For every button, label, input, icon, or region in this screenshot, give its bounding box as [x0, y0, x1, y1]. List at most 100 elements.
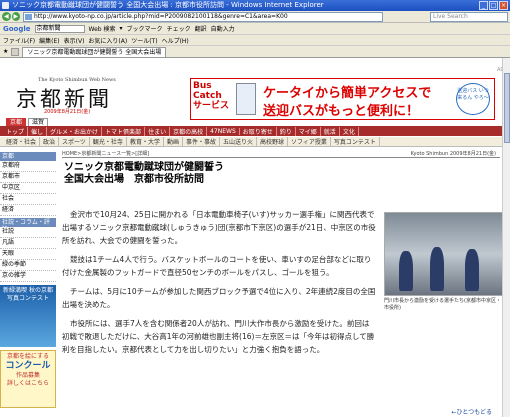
nav2-incidents[interactable]: 事件・事故	[183, 137, 220, 146]
sidebar-item[interactable]: 京都市	[0, 172, 56, 183]
secondary-nav: 経済・社会 政治 スポーツ 観光・社寺 教育・大学 動画 事件・事故 五山送り火…	[0, 137, 502, 147]
menu-bar: ファイル(F) 編集(E) 表示(V) お気に入り(A) ツール(T) ヘルプ(…	[0, 35, 510, 46]
google-autofill-button[interactable]: 自動入力	[211, 24, 235, 33]
address-bar-row: ◀ ▶ http://www.kyoto-np.co.jp/article.ph…	[0, 11, 510, 23]
nav2-education[interactable]: 教育・大学	[127, 137, 164, 146]
article-photo[interactable]	[384, 212, 504, 296]
nav-housing[interactable]: 住まい	[145, 126, 171, 136]
menu-help[interactable]: ヘルプ(H)	[162, 36, 189, 45]
nav-47news[interactable]: 47NEWS	[207, 127, 240, 135]
sidebar-item[interactable]: 京の雑学	[0, 271, 56, 282]
ad-bubble: 送迎バス いつ来るん やろ〜	[456, 83, 490, 115]
photo-person	[465, 249, 479, 291]
google-bookmarks-button[interactable]: ブックマーク	[127, 24, 163, 33]
maximize-button[interactable]: □	[489, 1, 498, 10]
primary-nav: トップ 催し グルメ・お出かけ トマト倶楽部 住まい 京都の高校 47NEWS …	[0, 126, 502, 136]
masthead-date: 2009年8月21日(金)	[44, 109, 91, 115]
google-search-input[interactable]: 京都新聞	[34, 24, 85, 33]
google-toolbar: Google 京都新聞 Web 検索 ▾ ブックマーク チェック 翻訳 自動入力	[0, 23, 510, 35]
page-icon	[25, 14, 32, 20]
window-controls: _ □ ×	[479, 1, 508, 10]
favorites-star-icon[interactable]: ★	[3, 48, 8, 55]
article-paragraph: 市役所には、選手7人を含む関係者20人が訪れ、門川大作市長から激励を受けた。前回…	[62, 319, 375, 354]
headline-line1: ソニック京都電動蹴球団が健闘誓う	[64, 162, 224, 173]
back-button[interactable]: ◀	[2, 12, 11, 21]
nav2-politics[interactable]: 政治	[40, 137, 60, 146]
article-main: HOME>京都新聞ニュース一覧>[詳細] Kyoto Shimbun 2009年…	[62, 150, 504, 417]
nav-highschool[interactable]: 京都の高校	[170, 126, 208, 136]
left-sidebar: 京都 京都府 京都市 中京区 社会 経済 社説・コラム・評論 社説 凡語 天眼 …	[0, 150, 56, 417]
sidebar-item[interactable]: 天眼	[0, 249, 56, 260]
tab-shiga[interactable]: 滋賀	[28, 118, 49, 126]
sidebar-item[interactable]: 中京区	[0, 183, 56, 194]
nav-myhome[interactable]: マイ郷	[296, 126, 321, 136]
minimize-button[interactable]: _	[479, 1, 488, 10]
breadcrumb-text[interactable]: HOME>京都新聞ニュース一覧>[詳細]	[62, 151, 149, 157]
menu-edit[interactable]: 編集(E)	[39, 36, 59, 45]
google-web-search-button[interactable]: Web 検索	[89, 24, 116, 33]
nav-events[interactable]: 催し	[28, 126, 48, 136]
headline-line2: 全国大会出場 京都市役所訪問	[64, 174, 204, 185]
article-headline: ソニック京都電動蹴球団が健闘誓う 全国大会出場 京都市役所訪問	[62, 162, 500, 186]
nav-top[interactable]: トップ	[3, 126, 29, 136]
nav2-sports[interactable]: スポーツ	[59, 137, 90, 146]
nav2-sophia[interactable]: ソフィア授業	[288, 137, 331, 146]
forward-button[interactable]: ▶	[11, 12, 20, 21]
banner2-title: 京都を絵にする	[6, 353, 50, 360]
ad-banner[interactable]: Bus Catch サービス ケータイから簡単アクセスで 送迎バスがもっと便利に…	[190, 78, 495, 120]
scrollbar-thumb[interactable]	[504, 73, 510, 143]
menu-file[interactable]: ファイル(F)	[3, 36, 35, 45]
nav2-video[interactable]: 動画	[164, 137, 183, 146]
photo-contest-banner[interactable]: 新緑満喫 秋の京都写真コンテスト	[0, 285, 56, 347]
sidebar-item[interactable]: 京都府	[0, 161, 56, 172]
sidebar-item[interactable]: 緑の季節	[0, 260, 56, 271]
nav2-tourism[interactable]: 観光・社寺	[90, 137, 127, 146]
menu-tools[interactable]: ツール(T)	[131, 36, 157, 45]
nav-jobs[interactable]: 就活	[321, 126, 340, 136]
address-input[interactable]: http://www.kyoto-np.co.jp/article.php?mi…	[23, 12, 383, 22]
banner2-sub: 作品募集	[15, 372, 40, 379]
ad-line2: 送迎バスがもっと便利に！	[263, 104, 420, 119]
sidebar-item[interactable]: 社会	[0, 194, 56, 205]
nav-gourmet[interactable]: グルメ・お出かけ	[47, 126, 103, 136]
google-check-button[interactable]: チェック	[167, 24, 191, 33]
nav-order[interactable]: お取り寄せ	[240, 126, 277, 136]
tab-active[interactable]: ソニック京都電動蹴球団が健闘誓う 全国大会出場	[22, 46, 167, 57]
menu-view[interactable]: 表示(V)	[64, 36, 85, 45]
nav2-photo[interactable]: 写真コンテスト	[331, 137, 380, 146]
close-button[interactable]: ×	[499, 1, 508, 10]
ad-line1: ケータイから簡単アクセスで	[263, 86, 432, 101]
google-dropdown-button[interactable]: ▾	[120, 25, 123, 32]
nav-fishing[interactable]: 釣り	[277, 126, 296, 136]
sidebar-item[interactable]: 経済	[0, 205, 56, 216]
article-paragraph: 金沢市で10月24、25日に開かれる「日本電動車椅子(いす)サッカー選手権」に関…	[62, 210, 376, 245]
web-page: The Kyoto Shimbun Web News 京都新聞 2009年8月2…	[0, 58, 510, 417]
tab-list-icon[interactable]	[11, 47, 20, 56]
google-translate-button[interactable]: 翻訳	[195, 24, 207, 33]
photo-caption: 門川市長から激励を受ける選手たち(京都市中京区・市役所)	[384, 298, 501, 311]
live-search-input[interactable]: Live Search	[430, 12, 508, 22]
photo-person	[399, 251, 413, 291]
article-paragraph: 競技は1チーム4人で行う。バスケットボールのコートを使い、車いすの足台部などに取…	[62, 255, 372, 277]
address-text: http://www.kyoto-np.co.jp/article.php?mi…	[34, 13, 288, 20]
banner2-big: コンクール	[5, 361, 51, 371]
menu-favorites[interactable]: お気に入り(A)	[88, 36, 127, 45]
nav2-baseball[interactable]: 高校野球	[257, 137, 289, 146]
nav-buttons: ◀ ▶	[2, 12, 20, 22]
nav2-economy[interactable]: 経済・社会	[3, 137, 41, 146]
phone-icon	[236, 83, 256, 115]
back-link[interactable]: ←ひとつもどる	[452, 407, 493, 416]
nav2-gozan[interactable]: 五山送り火	[220, 137, 257, 146]
photo-person	[430, 247, 444, 291]
article-paragraph: チームは、5月に10チームが参加した関西ブロック予選で4位に入り、2年連続2度目…	[62, 287, 376, 309]
sidebar-item[interactable]: 社説	[0, 227, 56, 238]
article-body: 金沢市で10月24、25日に開かれる「日本電動車椅子(いす)サッカー選手権」に関…	[62, 208, 376, 362]
nav-tomato[interactable]: トマト倶楽部	[102, 126, 146, 136]
vertical-scrollbar[interactable]	[502, 58, 510, 417]
google-logo: Google	[3, 24, 31, 33]
tab-kyoto[interactable]: 京都	[6, 118, 27, 126]
nav-culture[interactable]: 文化	[340, 126, 359, 136]
tab-bar: ★ ソニック京都電動蹴球団が健闘誓う 全国大会出場	[0, 46, 510, 58]
sidebar-item[interactable]: 凡語	[0, 238, 56, 249]
drawing-contest-banner[interactable]: 京都を絵にする コンクール 作品募集 詳しくはこちら	[0, 350, 56, 408]
